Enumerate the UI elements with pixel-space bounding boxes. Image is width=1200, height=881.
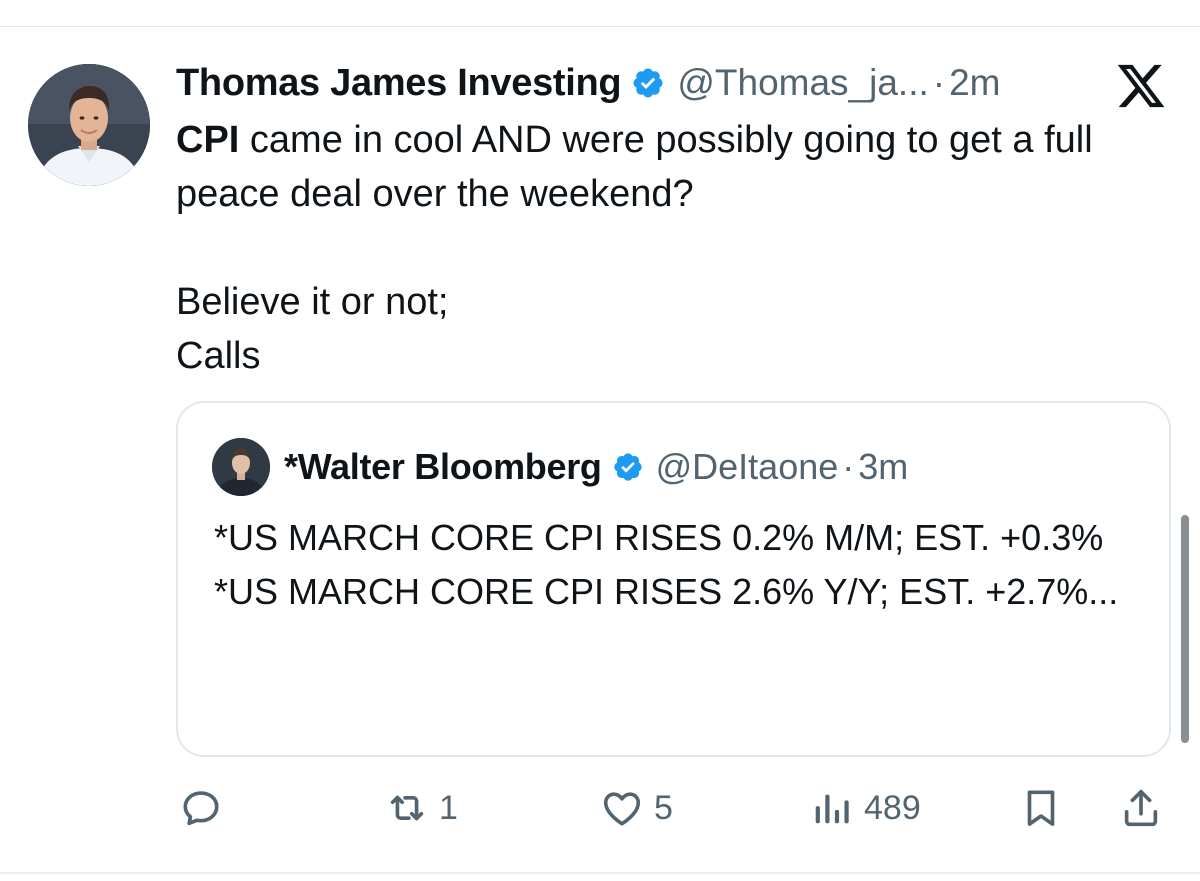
views-chart-icon	[815, 794, 849, 824]
top-divider	[0, 26, 1200, 27]
person-avatar-icon	[28, 64, 150, 186]
repost-count: 1	[439, 788, 458, 827]
quoted-text-line: *US MARCH CORE CPI RISES 0.2% M/M; EST. …	[214, 517, 1104, 558]
tweet-header: Thomas James Investing @Thomas_ja... · 2…	[176, 55, 1001, 111]
scrollbar-thumb[interactable]	[1181, 515, 1189, 743]
views-button[interactable]: 489	[808, 780, 921, 836]
person-avatar-icon	[212, 438, 270, 496]
header-separator: ·	[932, 62, 946, 103]
share-button[interactable]	[1118, 780, 1164, 836]
bookmark-icon	[1027, 790, 1055, 826]
tweet-text-rest: came in cool AND were possibly going to …	[176, 119, 1093, 215]
quoted-tweet-body: *US MARCH CORE CPI RISES 0.2% M/M; EST. …	[214, 511, 1144, 619]
tweet-body: CPI came in cool AND were possibly going…	[176, 113, 1166, 383]
heart-icon	[603, 792, 641, 826]
quoted-author-handle[interactable]: @DeItaone	[656, 446, 839, 488]
quoted-tweet-header: *Walter Bloomberg @DeItaone · 3m	[284, 440, 908, 494]
bottom-divider	[0, 872, 1200, 874]
verified-badge-icon	[631, 66, 665, 100]
quoted-tweet-card[interactable]: *Walter Bloomberg @DeItaone · 3m *US MAR…	[176, 401, 1171, 757]
share-icon	[1124, 789, 1158, 827]
verified-badge-icon	[612, 451, 644, 483]
author-display-name[interactable]: Thomas James Investing	[176, 62, 622, 105]
repost-button[interactable]: 1	[383, 780, 458, 836]
quoted-author-avatar[interactable]	[212, 438, 270, 496]
like-button[interactable]: 5	[598, 780, 673, 836]
like-count: 5	[654, 788, 673, 827]
quoted-author-display-name[interactable]: *Walter Bloomberg	[284, 446, 602, 488]
tweet-timestamp[interactable]: 2m	[949, 62, 1000, 104]
views-count: 489	[864, 788, 921, 827]
reply-icon	[183, 791, 219, 826]
repost-icon	[390, 795, 424, 821]
tweet-page: Thomas James Investing @Thomas_ja... · 2…	[0, 0, 1200, 881]
tweet-text-line-3: Calls	[176, 335, 261, 377]
bookmark-button[interactable]	[1018, 780, 1064, 836]
quoted-text-line: *US MARCH CORE CPI RISES 2.6% Y/Y; EST. …	[214, 571, 1119, 612]
tweet-text-bold: CPI	[176, 119, 240, 161]
x-logo-icon	[1112, 60, 1170, 112]
tweet-text-paragraph-1: CPI came in cool AND were possibly going…	[176, 113, 1166, 221]
author-avatar[interactable]	[28, 64, 150, 186]
reply-button[interactable]	[178, 780, 224, 836]
author-handle[interactable]: @Thomas_ja...	[677, 62, 928, 104]
tweet-action-bar: 1 5 489	[0, 780, 1200, 840]
quoted-header-separator: ·	[842, 446, 855, 487]
tweet-text-line-2: Believe it or not;	[176, 281, 449, 323]
quoted-tweet-timestamp[interactable]: 3m	[858, 446, 908, 488]
